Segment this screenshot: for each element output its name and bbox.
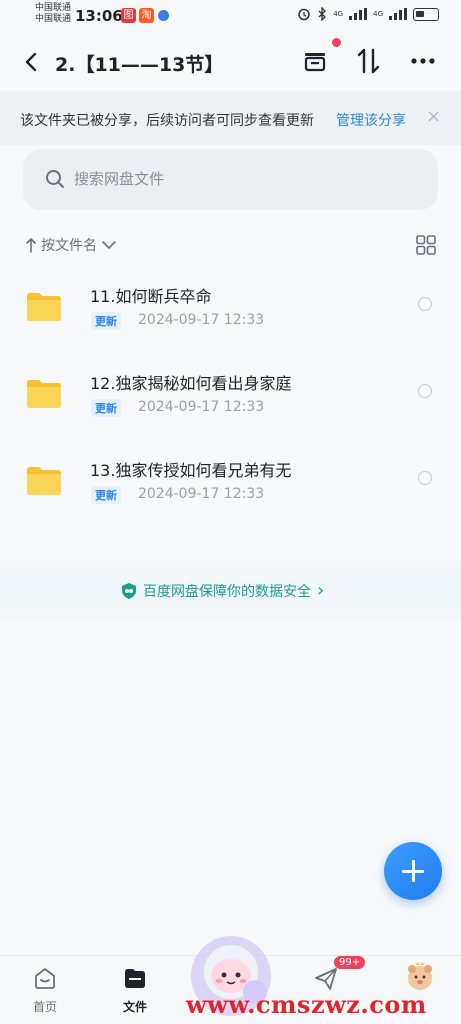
- app-notification-icon: 图: [121, 8, 136, 23]
- file-name: 12.独家揭秘如何看出身家庭: [90, 374, 292, 393]
- close-icon[interactable]: ×: [426, 106, 441, 127]
- select-radio[interactable]: [418, 384, 432, 398]
- chevron-right-icon: ›: [317, 580, 325, 601]
- status-bar: 中国联通 中国联通 13:06 图 淘 4G 4G: [0, 0, 461, 34]
- alarm-icon: [298, 8, 310, 21]
- list-item[interactable]: 12.独家揭秘如何看出身家庭 更新 2024-09-17 12:33: [0, 355, 461, 435]
- search-icon: [46, 170, 64, 188]
- shield-icon: [122, 582, 136, 599]
- more-icon[interactable]: [408, 46, 438, 76]
- update-badge: 更新: [91, 399, 121, 417]
- notification-icon: [158, 10, 169, 21]
- home-icon: [35, 968, 55, 989]
- tab-home-label: 首页: [32, 1000, 57, 1014]
- list-item[interactable]: 11.如何断兵卒命 更新 2024-09-17 12:33: [0, 268, 461, 348]
- sort-arrow-icon: [26, 238, 36, 253]
- file-date: 2024-09-17 12:33: [138, 486, 265, 502]
- network-type-2: 4G: [373, 10, 383, 18]
- folder-tab-icon: [125, 969, 145, 988]
- update-badge: 更新: [91, 312, 121, 330]
- list-item[interactable]: 13.独家传授如何看兄弟有无 更新 2024-09-17 12:33: [0, 442, 461, 522]
- folder-icon: [27, 380, 61, 408]
- system-icons: 4G 4G: [297, 7, 439, 21]
- security-banner[interactable]: 百度网盘保障你的数据安全 ›: [0, 558, 461, 624]
- clock: 13:06: [75, 7, 123, 25]
- file-name: 11.如何断兵卒命: [90, 287, 212, 306]
- back-arrow-icon[interactable]: [20, 48, 44, 76]
- avatar-icon: [408, 962, 432, 990]
- transfer-list-icon[interactable]: [300, 46, 330, 76]
- notification-dot: [332, 38, 341, 47]
- sort-label: 按文件名: [41, 238, 97, 254]
- select-radio[interactable]: [418, 471, 432, 485]
- search-input[interactable]: [74, 167, 414, 191]
- nav-bar: 2.【11——13节】: [0, 34, 461, 90]
- file-name: 13.独家传授如何看兄弟有无: [90, 461, 292, 480]
- manage-share-link[interactable]: 管理该分享: [336, 110, 406, 130]
- update-badge: 更新: [91, 486, 121, 504]
- share-banner: 该文件夹已被分享，后续访问者可同步查看更新 管理该分享 ×: [0, 91, 461, 145]
- sort-by-name-button[interactable]: 按文件名: [25, 235, 117, 255]
- page-title: 2.【11——13节】: [55, 54, 224, 76]
- sort-toggle-icon[interactable]: [354, 46, 384, 76]
- tab-files[interactable]: 文件: [90, 956, 180, 1024]
- sort-row: 按文件名: [0, 230, 461, 260]
- tab-home[interactable]: 首页: [0, 956, 90, 1024]
- taobao-notification-icon: 淘: [139, 8, 154, 23]
- carrier-label: 中国联通 中国联通: [35, 3, 72, 24]
- security-text: 百度网盘保障你的数据安全: [143, 583, 311, 600]
- notification-count-badge: 99+: [334, 956, 366, 969]
- share-notice-text: 该文件夹已被分享，后续访问者可同步查看更新: [20, 113, 314, 129]
- search-bar[interactable]: [23, 149, 438, 210]
- signal-icon-2: [389, 8, 407, 20]
- watermark: www.cmszwz.com: [186, 990, 427, 1019]
- signal-icon: [349, 8, 368, 20]
- network-type-1: 4G: [333, 10, 344, 18]
- file-date: 2024-09-17 12:33: [138, 399, 265, 415]
- chevron-down-icon: [102, 241, 116, 250]
- grid-view-icon[interactable]: [416, 235, 436, 255]
- tab-files-label: 文件: [122, 1000, 147, 1014]
- file-date: 2024-09-17 12:33: [138, 312, 265, 328]
- battery-icon: [413, 7, 439, 21]
- send-icon: [315, 968, 337, 990]
- bluetooth-icon: [318, 7, 327, 21]
- add-button[interactable]: [384, 842, 442, 900]
- folder-icon: [27, 293, 61, 321]
- folder-icon: [27, 467, 61, 495]
- select-radio[interactable]: [418, 297, 432, 311]
